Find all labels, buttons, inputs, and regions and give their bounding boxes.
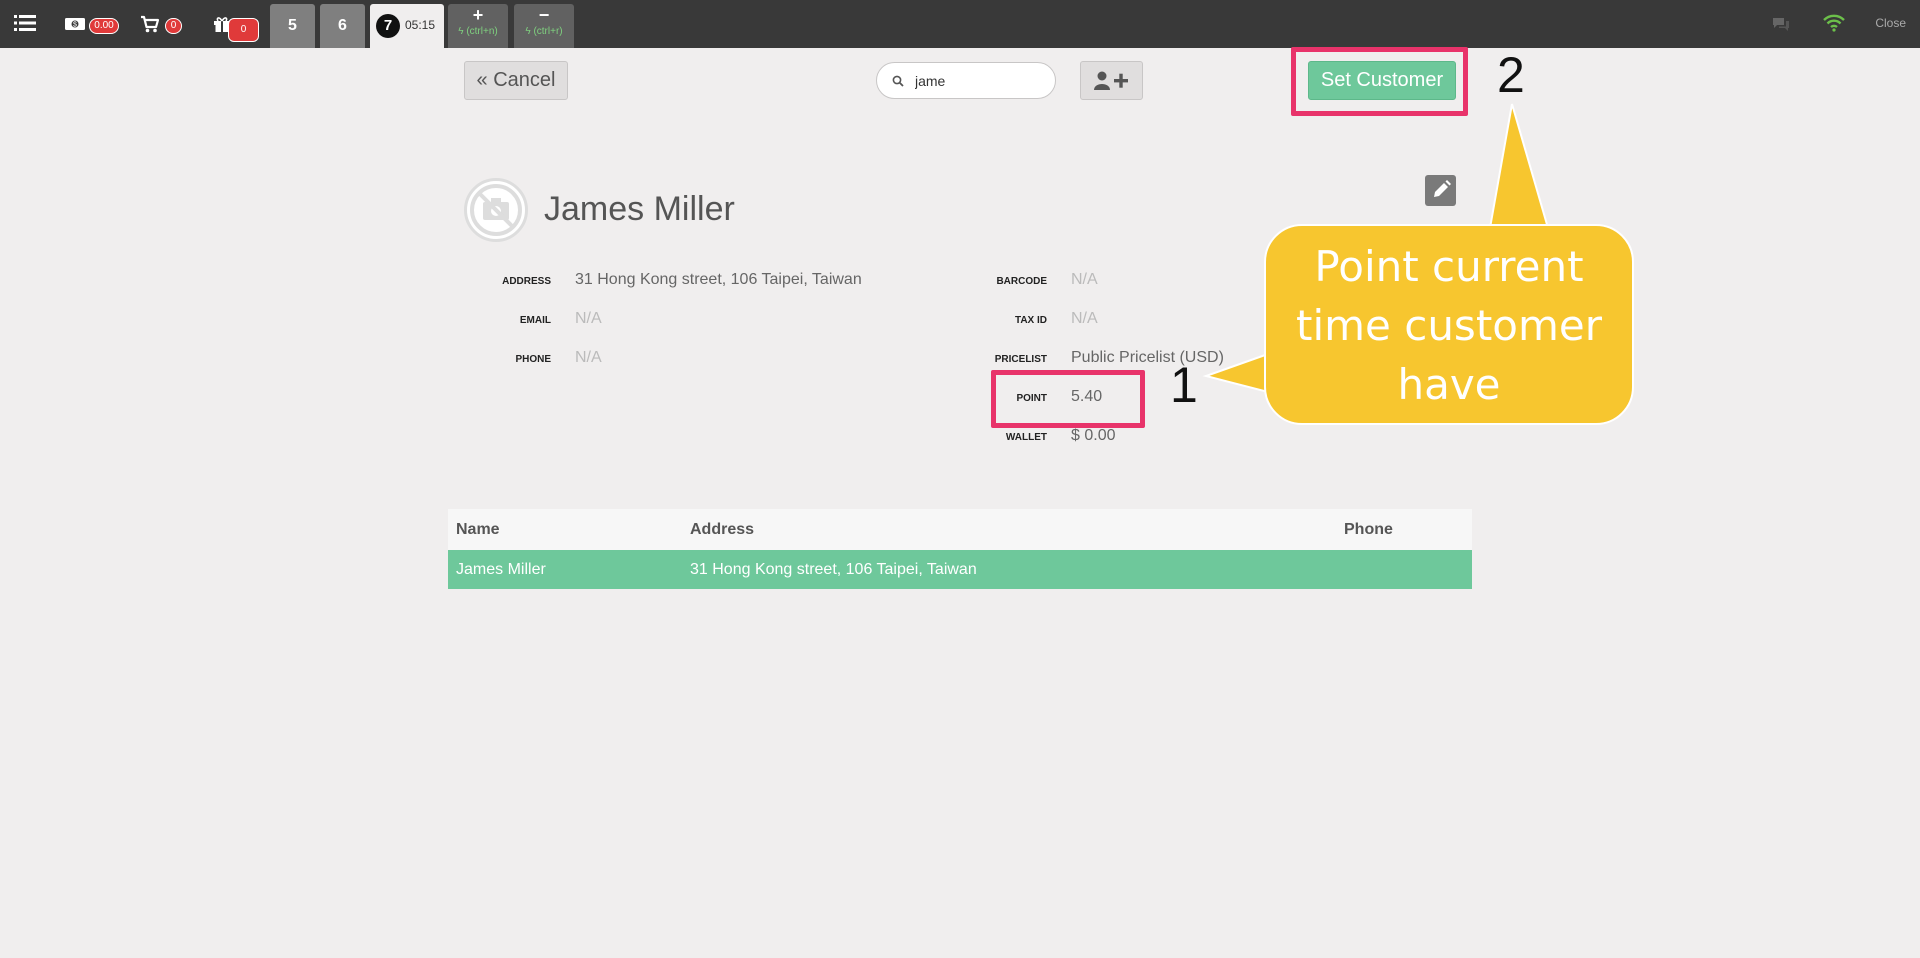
set-customer-button[interactable]: Set Customer — [1308, 61, 1456, 100]
barcode-value: N/A — [1071, 271, 1098, 288]
cash-badge: 0.00 — [89, 18, 119, 34]
wallet-value: $ 0.00 — [1071, 427, 1116, 444]
add-order-shortcut: (ctrl+n) — [466, 26, 498, 37]
column-header-phone: Phone — [1336, 509, 1472, 550]
bolt-icon: ϟ — [525, 26, 531, 37]
tax-id-value: N/A — [1071, 310, 1098, 327]
wifi-icon — [1823, 14, 1845, 32]
minus-icon: − — [538, 5, 550, 25]
point-highlight — [991, 370, 1145, 428]
order-time: 05:15 — [405, 18, 436, 32]
cart-icon — [141, 15, 160, 33]
cancel-button[interactable]: « Cancel — [464, 61, 568, 100]
search-input[interactable] — [915, 71, 1045, 91]
email-label: EMAIL — [519, 315, 551, 326]
phone-label: PHONE — [515, 354, 551, 365]
address-label: ADDRESS — [502, 276, 551, 287]
svg-text:$: $ — [73, 22, 77, 29]
add-order-button[interactable]: + ϟ (ctrl+n) — [448, 4, 508, 48]
order-tab-5[interactable]: 5 — [270, 4, 315, 48]
client-list-table: Name Address Phone James Miller 31 Hong … — [448, 509, 1472, 589]
column-header-name: Name — [448, 509, 682, 550]
cart-badge: 0 — [165, 18, 182, 34]
cancel-label: Cancel — [493, 69, 556, 91]
remove-order-button[interactable]: − ϟ (ctrl+r) — [514, 4, 574, 48]
order-tab-active[interactable]: 7 05:15 — [370, 4, 444, 48]
cart-button[interactable] — [140, 15, 160, 38]
bolt-icon: ϟ — [458, 26, 464, 37]
customer-name: James Miller — [544, 190, 735, 228]
annotation-marker-1: 1 — [1170, 357, 1198, 413]
row-phone — [1336, 550, 1472, 589]
add-customer-button[interactable] — [1080, 61, 1143, 100]
user-plus-icon — [1094, 71, 1128, 90]
gift-badge: 0 — [228, 18, 259, 42]
avatar — [464, 178, 528, 242]
address-value: 31 Hong Kong street, 106 Taipei, Taiwan — [575, 271, 862, 288]
list-menu-icon[interactable] — [14, 14, 36, 32]
table-header-row: Name Address Phone — [448, 509, 1472, 550]
column-header-address: Address — [682, 509, 1336, 550]
wallet-label: WALLET — [1005, 432, 1047, 443]
add-order-hint: ϟ (ctrl+n) — [448, 26, 508, 37]
email-value: N/A — [575, 310, 602, 327]
order-number: 7 — [376, 14, 400, 38]
callout-line-3: have — [1397, 360, 1501, 409]
annotation-marker-2: 2 — [1497, 47, 1525, 103]
callout-line-1: Point current — [1314, 242, 1584, 291]
remove-order-shortcut: (ctrl+r) — [533, 26, 563, 37]
top-bar: $ 0.00 0 0 5 6 7 05:15 + ϟ (ctrl+n) − ϟ … — [0, 0, 1920, 48]
close-button[interactable]: Close — [1875, 16, 1906, 30]
row-address: 31 Hong Kong street, 106 Taipei, Taiwan — [682, 550, 1336, 589]
row-name: James Miller — [448, 550, 682, 589]
double-chevron-left-icon: « — [476, 69, 488, 91]
table-row[interactable]: James Miller 31 Hong Kong street, 106 Ta… — [448, 550, 1472, 589]
cash-button[interactable]: $ — [64, 16, 86, 37]
callout-line-2: time customer — [1295, 301, 1603, 350]
phone-value: N/A — [575, 349, 602, 366]
search-box[interactable] — [876, 62, 1056, 99]
search-icon — [892, 75, 904, 87]
tax-id-label: TAX ID — [1014, 315, 1047, 326]
pencil-icon — [1434, 180, 1451, 197]
order-tab-6[interactable]: 6 — [320, 4, 365, 48]
pricelist-label: PRICELIST — [994, 354, 1047, 365]
callout-bubble: Point current time customer have — [1264, 224, 1634, 425]
plus-icon: + — [472, 5, 484, 25]
edit-customer-button[interactable] — [1425, 175, 1456, 206]
remove-order-hint: ϟ (ctrl+r) — [514, 26, 574, 37]
money-icon: $ — [65, 18, 85, 30]
pricelist-value: Public Pricelist (USD) — [1071, 349, 1224, 366]
no-photo-icon — [470, 184, 522, 236]
barcode-label: BARCODE — [996, 276, 1047, 287]
chat-icon[interactable] — [1771, 16, 1791, 33]
callout-pointers — [1202, 103, 1550, 394]
